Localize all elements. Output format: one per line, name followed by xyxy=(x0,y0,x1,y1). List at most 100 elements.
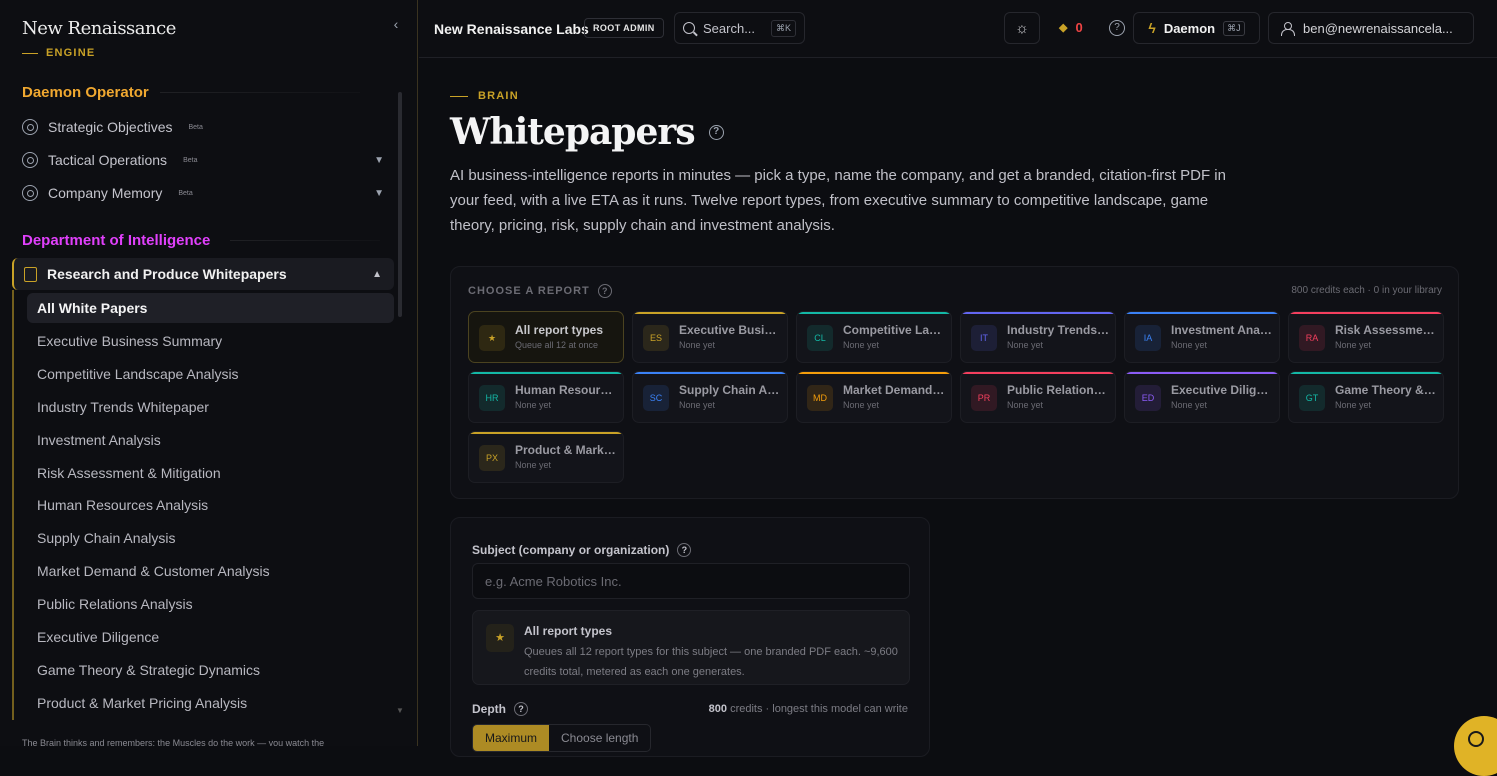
theme-toggle-button[interactable]: ☼ xyxy=(1004,12,1040,44)
page-title: Whitepapers? xyxy=(450,111,724,153)
report-code-badge: PX xyxy=(479,445,505,471)
sun-icon: ☼ xyxy=(1015,19,1029,37)
report-card[interactable]: ED Executive Diligence None yet xyxy=(1124,371,1280,423)
sidebar-group-whitepapers[interactable]: Research and Produce Whitepapers ▲ xyxy=(12,258,394,290)
collapse-sidebar-icon[interactable]: ‹ xyxy=(388,16,404,32)
sidebar-subitem[interactable]: Human Resources Analysis xyxy=(27,490,394,520)
chevron-down-icon[interactable]: ▼ xyxy=(374,188,384,199)
card-accent xyxy=(469,372,623,374)
report-code-badge: HR xyxy=(479,385,505,411)
report-card-title: Executive Business Summary xyxy=(679,323,783,337)
sidebar-scrollbar[interactable] xyxy=(398,92,402,317)
sidebar-subitem[interactable]: Public Relations Analysis xyxy=(27,589,394,619)
report-card-status: None yet xyxy=(515,400,552,410)
selected-report-description: Queues all 12 report types for this subj… xyxy=(524,646,898,678)
sidebar-subitem[interactable]: Market Demand & Customer Analysis xyxy=(27,556,394,586)
user-menu-button[interactable]: ben@newrenaissancela... xyxy=(1268,12,1474,44)
sidebar-subitem[interactable]: Game Theory & Strategic Dynamics xyxy=(27,655,394,685)
report-card-title: Human Resources Analysis xyxy=(515,383,619,397)
sidebar-item-tactical-operations[interactable]: Tactical Operations Beta ▼ xyxy=(22,146,392,174)
subject-label: Subject (company or organization)? xyxy=(472,543,692,557)
selected-report-title: All report types xyxy=(524,624,613,638)
card-accent xyxy=(1289,372,1443,374)
top-bar: New Renaissance Labs ROOT ADMIN Search..… xyxy=(419,0,1497,58)
report-card[interactable]: GT Game Theory & Strategic Dynamics None y… xyxy=(1288,371,1444,423)
report-code-badge: PR xyxy=(971,385,997,411)
report-card[interactable]: IT Industry Trends Whitepaper None yet xyxy=(960,311,1116,363)
report-card-title: Supply Chain Analysis xyxy=(679,383,783,397)
report-code-badge: GT xyxy=(1299,385,1325,411)
sidebar-subitem[interactable]: Product & Market Pricing Analysis xyxy=(27,688,394,718)
help-icon[interactable]: ? xyxy=(677,543,692,557)
report-card-title: Competitive Landscape Analysis xyxy=(843,323,947,337)
sidebar-subitem[interactable]: All White Papers xyxy=(27,293,394,323)
report-card[interactable]: PR Public Relations Analysis None yet xyxy=(960,371,1116,423)
help-icon[interactable]: ? xyxy=(597,284,612,298)
sidebar-subitem[interactable]: Supply Chain Analysis xyxy=(27,523,394,553)
target-icon xyxy=(22,119,38,135)
report-card[interactable]: MD Market Demand & Customer Analysis None … xyxy=(796,371,952,423)
report-code-badge: ★ xyxy=(479,325,505,351)
scroll-down-icon[interactable]: ▼ xyxy=(396,706,404,715)
card-accent xyxy=(1289,312,1443,314)
report-card-title: Industry Trends Whitepaper xyxy=(1007,323,1111,337)
sidebar-subitem[interactable]: Executive Business Summary xyxy=(27,326,394,356)
sidebar-subitem[interactable]: Executive Diligence xyxy=(27,622,394,652)
credits-counter[interactable]: ◆ 0 xyxy=(1059,20,1083,35)
report-card-title: Product & Market Pricing Analysis xyxy=(515,443,619,457)
report-card-status: None yet xyxy=(1171,400,1208,410)
card-accent xyxy=(1125,312,1279,314)
report-code-badge: ES xyxy=(643,325,669,351)
star-icon: ★ xyxy=(486,624,514,652)
chevron-down-icon[interactable]: ▼ xyxy=(374,155,384,166)
sidebar-subitem[interactable]: Industry Trends Whitepaper xyxy=(27,392,394,422)
help-icon[interactable]: ? xyxy=(514,702,528,716)
help-icon[interactable]: ? xyxy=(1109,20,1125,36)
report-chooser-label: CHOOSE A REPORT? xyxy=(468,284,612,298)
report-card[interactable]: ★ All report types Queue all 12 at once xyxy=(468,311,624,363)
report-card-status: None yet xyxy=(843,340,880,350)
report-card-title: Investment Analysis xyxy=(1171,323,1275,337)
sidebar-subitem[interactable]: Investment Analysis xyxy=(27,425,394,455)
depth-option-maximum[interactable]: Maximum xyxy=(473,725,550,751)
brand-subtitle: ENGINE xyxy=(22,47,176,59)
help-icon[interactable]: ? xyxy=(708,124,724,140)
report-card[interactable]: SC Supply Chain Analysis None yet xyxy=(632,371,788,423)
diamond-icon: ◆ xyxy=(1059,22,1068,34)
report-card-status: None yet xyxy=(679,340,716,350)
report-card[interactable]: ES Executive Business Summary None yet xyxy=(632,311,788,363)
report-card-title: Game Theory & Strategic Dynamics xyxy=(1335,383,1439,397)
report-card[interactable]: PX Product & Market Pricing Analysis None … xyxy=(468,431,624,483)
sidebar-subitem[interactable]: Competitive Landscape Analysis xyxy=(27,359,394,389)
card-accent xyxy=(469,432,623,434)
report-chooser: CHOOSE A REPORT? 800 credits each · 0 in… xyxy=(450,266,1459,499)
lightning-icon: ϟ xyxy=(1148,20,1156,36)
chevron-up-icon[interactable]: ▲ xyxy=(372,269,382,280)
search-button[interactable]: Search... ⌘K xyxy=(674,12,805,44)
credits-meta: 800 credits each · 0 in your library xyxy=(1291,285,1442,296)
report-card[interactable]: HR Human Resources Analysis None yet xyxy=(468,371,624,423)
report-card[interactable]: RA Risk Assessment & Mitigation None yet xyxy=(1288,311,1444,363)
brand-logo[interactable]: New Renaissance ENGINE xyxy=(22,18,176,59)
depth-meta: 800 credits · longest this model can wri… xyxy=(708,703,908,715)
sidebar-item-strategic-objectives[interactable]: Strategic Objectives Beta xyxy=(22,113,392,141)
sidebar-item-company-memory[interactable]: Company Memory Beta ▼ xyxy=(22,179,392,207)
report-card[interactable]: IA Investment Analysis None yet xyxy=(1124,311,1280,363)
depth-option-choose-length[interactable]: Choose length xyxy=(549,725,650,751)
user-icon xyxy=(1281,21,1295,36)
main-content: BRAIN Whitepapers? AI business-intellige… xyxy=(419,59,1497,757)
divider xyxy=(160,92,360,93)
card-accent xyxy=(797,312,951,314)
search-icon xyxy=(683,22,695,34)
report-code-badge: ED xyxy=(1135,385,1161,411)
brain-icon xyxy=(22,185,38,201)
report-card-status: None yet xyxy=(1007,400,1044,410)
org-name[interactable]: New Renaissance Labs xyxy=(434,21,589,37)
card-accent xyxy=(1125,372,1279,374)
daemon-button[interactable]: ϟ Daemon ⌘J xyxy=(1133,12,1260,44)
subject-input[interactable] xyxy=(472,563,910,599)
card-accent xyxy=(961,372,1115,374)
sidebar-subitem[interactable]: Risk Assessment & Mitigation xyxy=(27,458,394,488)
report-card[interactable]: CL Competitive Landscape Analysis None yet xyxy=(796,311,952,363)
eyebrow: BRAIN xyxy=(450,90,519,102)
